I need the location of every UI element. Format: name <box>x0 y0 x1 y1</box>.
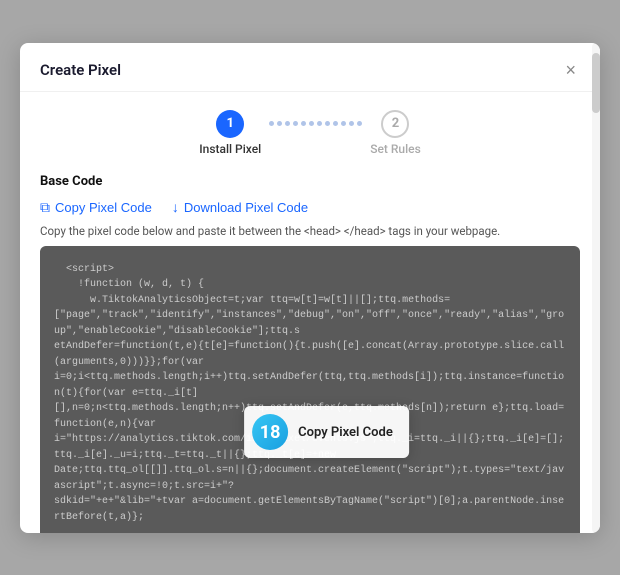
dot-11 <box>349 121 354 126</box>
step-connector <box>269 121 362 126</box>
dot-6 <box>309 121 314 126</box>
dot-2 <box>277 121 282 126</box>
step-1: 1 Install Pixel <box>199 110 261 156</box>
code-snippet: <script> !function (w, d, t) { w.TiktokA… <box>54 262 566 533</box>
dot-10 <box>341 121 346 126</box>
action-row: ⧉ Copy Pixel Code ↓ Download Pixel Code <box>40 199 580 216</box>
section-title: Base Code <box>40 174 580 189</box>
code-block: <script> !function (w, d, t) { w.TiktokA… <box>40 246 580 533</box>
modal-title: Create Pixel <box>40 61 121 79</box>
copy-popup: 18 Copy Pixel Code <box>244 406 409 458</box>
download-btn-label: Download Pixel Code <box>184 200 308 215</box>
close-button[interactable]: × <box>561 59 580 81</box>
dot-9 <box>333 121 338 126</box>
dot-8 <box>325 121 330 126</box>
step-2: 2 Set Rules <box>370 110 421 156</box>
step-1-circle: 1 <box>216 110 244 138</box>
scrollbar-thumb[interactable] <box>592 53 600 113</box>
modal-container: Create Pixel × 1 Install Pixel <box>20 43 600 533</box>
modal-overlay: Create Pixel × 1 Install Pixel <box>0 0 620 575</box>
download-icon: ↓ <box>172 199 179 215</box>
instruction-text: Copy the pixel code below and paste it b… <box>40 224 580 238</box>
copy-btn-label: Copy Pixel Code <box>55 200 152 215</box>
dot-1 <box>269 121 274 126</box>
dot-5 <box>301 121 306 126</box>
scrollbar-track <box>592 43 600 533</box>
step-2-label: Set Rules <box>370 142 421 156</box>
step-1-label: Install Pixel <box>199 142 261 156</box>
download-pixel-code-button[interactable]: ↓ Download Pixel Code <box>172 199 308 215</box>
modal-header: Create Pixel × <box>20 43 600 92</box>
copy-popup-number: 18 <box>252 414 288 450</box>
dot-3 <box>285 121 290 126</box>
copy-pixel-code-button[interactable]: ⧉ Copy Pixel Code <box>40 199 152 216</box>
copy-icon: ⧉ <box>40 199 50 216</box>
step-2-circle: 2 <box>381 110 409 138</box>
dot-4 <box>293 121 298 126</box>
copy-popup-label: Copy Pixel Code <box>298 425 393 440</box>
modal-body: Base Code ⧉ Copy Pixel Code ↓ Download P… <box>20 164 600 533</box>
dot-7 <box>317 121 322 126</box>
steps-bar: 1 Install Pixel <box>20 92 600 164</box>
dot-12 <box>357 121 362 126</box>
